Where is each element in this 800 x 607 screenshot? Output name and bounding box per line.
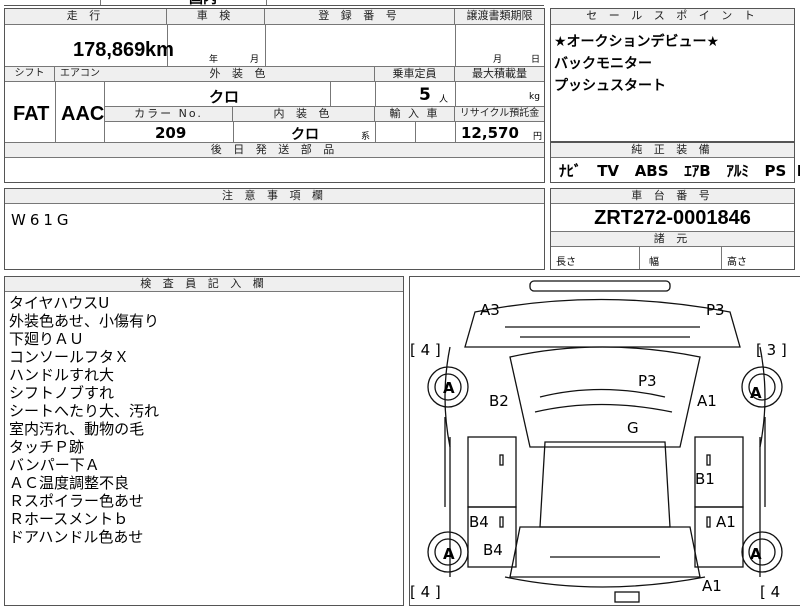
damage-code: A1 <box>716 513 736 531</box>
notes-value: W61G <box>11 211 73 229</box>
damage-code: B1 <box>695 470 715 488</box>
damage-code: P3 <box>706 301 725 319</box>
max-load-label: 最大積載量 <box>455 67 544 82</box>
shift-label: シフト <box>5 67 55 82</box>
later-parts-label: 後 日 発 送 部 品 <box>5 143 544 158</box>
height-label: 高さ <box>727 257 747 268</box>
capacity-label: 乗車定員 <box>375 67 455 82</box>
remark-item: バンパー下Ａ <box>9 456 100 474</box>
top-strip-text: 国内 <box>189 0 217 8</box>
remark-item: Ｒスポイラー色あせ <box>9 492 145 510</box>
remark-item: シートへたり大、汚れ <box>9 402 160 420</box>
equipment-label: 純 正 装 備 <box>551 143 794 158</box>
chassis-label: 車 台 番 号 <box>551 189 794 204</box>
sales-point-line: バックモニター <box>554 56 652 72</box>
equipment-airbag: ｴｱB <box>684 162 711 180</box>
mileage-unit: km <box>145 39 174 61</box>
equipment-abs: ABS <box>634 162 669 180</box>
notes-box: 注 意 事 項 欄 W61G <box>4 188 545 270</box>
max-load-unit: kg <box>529 92 540 102</box>
inspection-year-unit: 年 <box>209 55 219 65</box>
equipment-tv: TV <box>597 162 620 180</box>
color-no-label: カラー No. <box>105 107 233 122</box>
ac-value: AAC <box>61 103 105 125</box>
recycle-value: 12,570 <box>461 124 519 142</box>
remark-item: 外装色あせ、小傷有り <box>9 312 160 330</box>
damage-code: G <box>627 419 639 437</box>
tread-depth: [ 4 ] <box>410 583 441 601</box>
sales-point-box: セ ー ル ス ポ イ ン ト ★オークションデビュー★ バックモニター プッシ… <box>550 8 795 142</box>
damage-map: A3 P3 P3 B2 A1 G B1 B4 A1 B4 A1 A A A A … <box>409 276 800 606</box>
interior-color-label: 内 装 色 <box>233 107 375 122</box>
damage-code: B4 <box>469 513 489 531</box>
transfer-day-unit: 日 <box>531 55 541 65</box>
remark-item: 下廻りＡＵ <box>9 330 85 348</box>
recycle-label: リサイクル預託金 <box>455 107 544 122</box>
specs-label: 諸 元 <box>551 232 794 247</box>
capacity-unit: 人 <box>439 95 449 105</box>
tread-depth: [ 3 ] <box>756 341 787 359</box>
sales-point-line: ★オークションデビュー★ <box>554 34 720 50</box>
mileage-label: 走 行 <box>5 9 167 25</box>
chassis-box: 車 台 番 号 ZRT272-0001846 諸 元 長さ 幅 高さ <box>550 188 795 270</box>
tire-condition: A <box>750 545 762 563</box>
equipment-ps: PS <box>764 162 787 180</box>
remark-item: Ｒホースメントｂ <box>9 510 129 528</box>
remark-item: ドアハンドル色あせ <box>9 528 144 546</box>
mileage-value: 178,869 <box>73 39 146 61</box>
notes-label: 注 意 事 項 欄 <box>5 189 544 204</box>
inspector-label: 検 査 員 記 入 欄 <box>5 277 403 292</box>
color-no-value: 209 <box>155 124 187 142</box>
recycle-unit: 円 <box>533 132 543 142</box>
car-diagram <box>427 280 783 603</box>
tire-condition: A <box>443 545 455 563</box>
remark-item: シフトノブすれ <box>9 384 115 402</box>
damage-code: B2 <box>489 392 509 410</box>
sales-point-line: プッシュスタート <box>554 78 666 94</box>
remark-item: タイヤハウスU <box>9 294 110 312</box>
inspector-box: 検 査 員 記 入 欄 タイヤハウスU 外装色あせ、小傷有り 下廻りＡＵ コンソ… <box>4 276 404 606</box>
tire-condition: A <box>750 384 762 402</box>
length-label: 長さ <box>556 257 576 268</box>
shift-value: FAT <box>13 103 50 125</box>
interior-color-suffix: 系 <box>361 132 371 142</box>
remark-item: コンソールフタＸ <box>9 348 130 366</box>
import-label: 輸 入 車 <box>375 107 455 122</box>
damage-code: A1 <box>702 577 722 595</box>
width-label: 幅 <box>649 257 659 268</box>
remark-item: タッチＰ跡 <box>9 438 85 456</box>
equipment-nav: ﾅﾋﾞ <box>559 162 582 180</box>
transfer-month-unit: 月 <box>493 55 503 65</box>
damage-code: P3 <box>638 372 657 390</box>
inspection-month-unit: 月 <box>250 55 260 65</box>
registration-label: 登 録 番 号 <box>265 9 455 25</box>
equipment-alloy: ｱﾙﾐ <box>726 162 749 180</box>
top-strip: 国内 <box>4 0 544 8</box>
remark-item: ＡＣ温度調整不良 <box>9 474 130 492</box>
capacity-value: 5 <box>419 85 431 105</box>
damage-code: B4 <box>483 541 503 559</box>
damage-code: A3 <box>480 301 500 319</box>
exterior-color-label: 外 装 色 <box>105 67 375 82</box>
remark-item: 室内汚れ、動物の毛 <box>9 420 145 438</box>
tread-depth: [ 4 <box>760 583 781 601</box>
ac-label: エアコン <box>55 67 105 82</box>
remark-item: ハンドルすれ大 <box>9 366 115 384</box>
tread-depth: [ 4 ] <box>410 341 441 359</box>
sales-point-label: セ ー ル ス ポ イ ン ト <box>551 9 794 25</box>
chassis-value: ZRT272-0001846 <box>594 207 751 229</box>
inspection-label: 車 検 <box>167 9 265 25</box>
exterior-color-value: クロ <box>209 88 240 106</box>
equipment-box: 純 正 装 備 ﾅﾋﾞ TV ABS ｴｱB ｱﾙﾐ PS PW <box>550 142 800 183</box>
tire-condition: A <box>443 379 455 397</box>
vehicle-info-table: 走 行 車 検 登 録 番 号 譲渡書類期限 178,869 km 年 月 月 … <box>4 8 545 183</box>
transfer-deadline-label: 譲渡書類期限 <box>455 9 544 25</box>
damage-code: A1 <box>697 392 717 410</box>
interior-color-value: クロ <box>291 127 319 143</box>
